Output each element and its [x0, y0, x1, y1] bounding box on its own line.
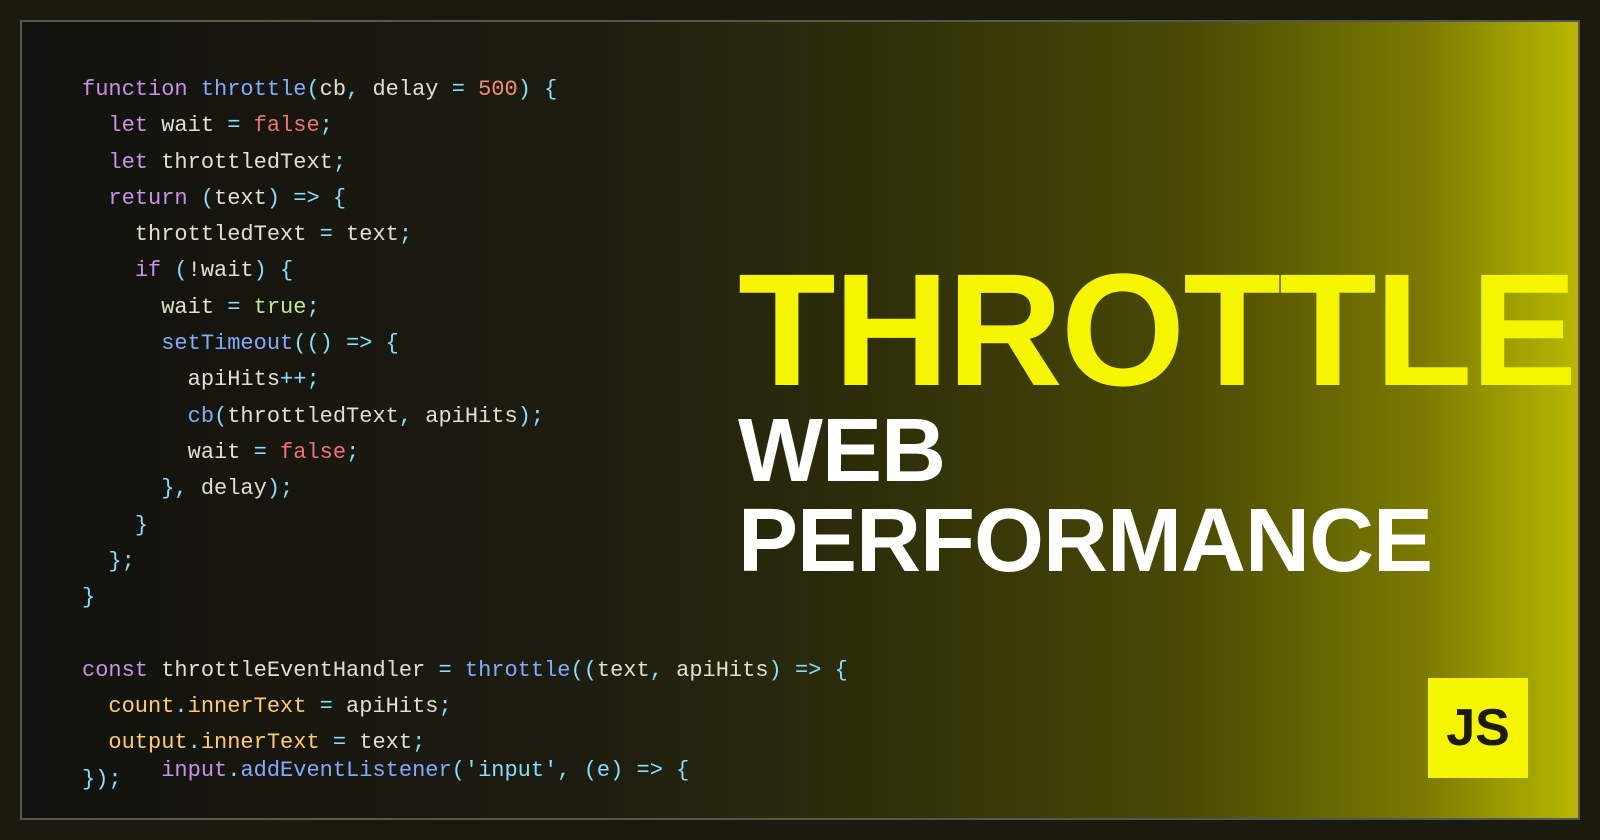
code-line-18: count.innerText = apiHits;: [82, 689, 672, 725]
code-line-4: return (text) => {: [82, 181, 672, 217]
title-web-performance: WEB PERFORMANCE: [738, 406, 1518, 586]
code-line-13: }: [82, 508, 672, 544]
bottom-code: input.addEventListener('input', (e) => {: [22, 733, 722, 818]
code-line-3: let throttledText;: [82, 145, 672, 181]
code-line-6: if (!wait) {: [82, 253, 672, 289]
code-line-blank: [82, 616, 672, 652]
main-container: function throttle(cb, delay = 500) { let…: [20, 20, 1580, 820]
code-line-10: cb(throttledText, apiHits);: [82, 399, 672, 435]
code-line-17: const throttleEventHandler = throttle((t…: [82, 653, 672, 689]
code-line-9: apiHits++;: [82, 362, 672, 398]
code-line-11: wait = false;: [82, 435, 672, 471]
code-line-12: }, delay);: [82, 471, 672, 507]
code-line-2: let wait = false;: [82, 108, 672, 144]
code-line-15: }: [82, 580, 672, 616]
js-badge-text: JS: [1446, 698, 1510, 758]
code-line-1: function throttle(cb, delay = 500) {: [82, 72, 672, 108]
js-badge: JS: [1428, 678, 1528, 778]
code-line-8: setTimeout(() => {: [82, 326, 672, 362]
code-line-5: throttledText = text;: [82, 217, 672, 253]
code-line-14: };: [82, 544, 672, 580]
title-throttle: THROTTLE: [738, 254, 1575, 406]
code-line-7: wait = true;: [82, 290, 672, 326]
code-panel: function throttle(cb, delay = 500) { let…: [22, 22, 702, 818]
